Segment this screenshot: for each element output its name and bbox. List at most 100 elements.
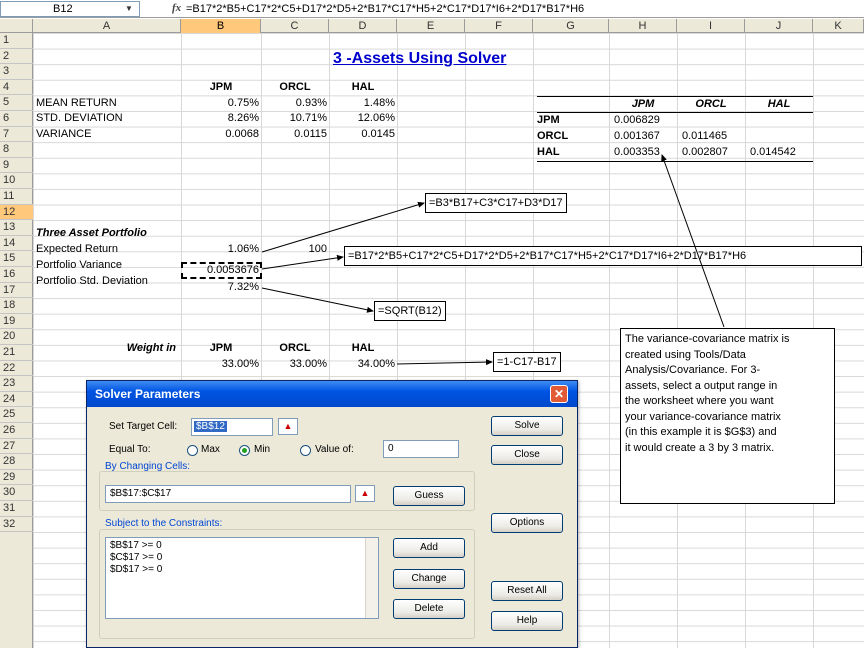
function-icon[interactable]: fx bbox=[172, 2, 184, 16]
target-cell-label: Set Target Cell: bbox=[109, 421, 178, 432]
matrix-i6: 0.002807 bbox=[682, 146, 728, 158]
constraint-item[interactable]: $C$17 >= 0 bbox=[110, 552, 378, 564]
column-header-j[interactable]: J bbox=[745, 19, 813, 33]
matrix-h4: 0.006829 bbox=[614, 114, 660, 126]
row-header-25[interactable]: 25 bbox=[0, 407, 33, 423]
row-header-17[interactable]: 17 bbox=[0, 283, 33, 299]
row-header-7[interactable]: 7 bbox=[0, 127, 33, 143]
row-header-20[interactable]: 20 bbox=[0, 329, 33, 345]
close-icon[interactable]: ✕ bbox=[550, 385, 568, 403]
header-jpm: JPM bbox=[209, 81, 233, 93]
solve-button[interactable]: Solve bbox=[491, 416, 563, 436]
selected-cell-b12[interactable] bbox=[181, 262, 262, 279]
column-header-e[interactable]: E bbox=[397, 19, 465, 33]
covariance-note: The variance-covariance matrix is create… bbox=[620, 328, 835, 504]
solver-dialog: Solver Parameters ✕ Set Target Cell: $B$… bbox=[86, 380, 578, 648]
sheet-title: 3 -Assets Using Solver bbox=[333, 50, 507, 67]
formula-input[interactable]: =B17*2*B5+C17*2*C5+D17*2*D5+2*B17*C17*H5… bbox=[186, 2, 584, 16]
column-header-b[interactable]: B bbox=[181, 19, 261, 33]
std-orcl: 10.71% bbox=[289, 112, 327, 124]
row-header-21[interactable]: 21 bbox=[0, 345, 33, 361]
note-line: Analysis/Covariance. For 3- bbox=[625, 364, 761, 376]
changing-cells-input[interactable]: $B$17:$C$17 bbox=[105, 485, 351, 503]
row-header-10[interactable]: 10 bbox=[0, 173, 33, 189]
constraint-item[interactable]: $D$17 >= 0 bbox=[110, 564, 378, 576]
row-header-24[interactable]: 24 bbox=[0, 392, 33, 408]
value-of-input[interactable]: 0 bbox=[383, 440, 459, 458]
row-header-31[interactable]: 31 bbox=[0, 501, 33, 517]
add-button[interactable]: Add bbox=[393, 538, 465, 558]
header-orcl: ORCL bbox=[279, 81, 311, 93]
row-headers: 1 2 3 4 5 6 7 8 9 10 11 12 13 14 15 16 17 18 19 20 21 22 23 24 2… bbox=[0, 33, 33, 648]
row-header-28[interactable]: 28 bbox=[0, 454, 33, 470]
var-jpm: 0.0068 bbox=[225, 128, 259, 140]
row-header-15[interactable]: 15 bbox=[0, 251, 33, 267]
select-all-corner[interactable] bbox=[0, 19, 33, 33]
weight-header-orcl: ORCL bbox=[279, 342, 311, 354]
row-header-5[interactable]: 5 bbox=[0, 95, 33, 111]
constraints-scrollbar[interactable] bbox=[365, 538, 378, 618]
row-header-18[interactable]: 18 bbox=[0, 298, 33, 314]
matrix-row-orcl: ORCL bbox=[537, 130, 569, 142]
expected-return-formula-note: =B3*B17+C3*C17+D3*D17 bbox=[425, 193, 567, 213]
name-box-value: B12 bbox=[53, 3, 73, 15]
row-header-12[interactable]: 12 bbox=[0, 204, 33, 221]
delete-button[interactable]: Delete bbox=[393, 599, 465, 619]
guess-button[interactable]: Guess bbox=[393, 486, 465, 506]
row-header-6[interactable]: 6 bbox=[0, 111, 33, 127]
row-header-1[interactable]: 1 bbox=[0, 33, 33, 49]
std-deviation-label: STD. DEVIATION bbox=[36, 112, 123, 124]
row-header-16[interactable]: 16 bbox=[0, 267, 33, 283]
row-header-11[interactable]: 11 bbox=[0, 189, 33, 205]
change-button[interactable]: Change bbox=[393, 569, 465, 589]
column-header-f[interactable]: F bbox=[465, 19, 533, 33]
row-header-19[interactable]: 19 bbox=[0, 314, 33, 330]
reset-all-button[interactable]: Reset All bbox=[491, 581, 563, 601]
constraints-list[interactable]: $B$17 >= 0 $C$17 >= 0 $D$17 >= 0 bbox=[105, 537, 379, 619]
row-header-3[interactable]: 3 bbox=[0, 64, 33, 80]
column-header-a[interactable]: A bbox=[33, 19, 181, 33]
weight-jpm: 33.00% bbox=[221, 358, 259, 370]
target-cell-input[interactable]: $B$12 bbox=[191, 418, 273, 436]
row-header-4[interactable]: 4 bbox=[0, 80, 33, 96]
note-line: The variance-covariance matrix is bbox=[625, 333, 790, 345]
weight-in-label: Weight in bbox=[126, 342, 176, 354]
row-header-14[interactable]: 14 bbox=[0, 236, 33, 252]
row-header-32[interactable]: 32 bbox=[0, 517, 33, 533]
portfolio-std-value: 7.32% bbox=[227, 281, 259, 293]
column-header-k[interactable]: K bbox=[813, 19, 864, 33]
column-header-c[interactable]: C bbox=[261, 19, 329, 33]
row-header-13[interactable]: 13 bbox=[0, 220, 33, 236]
column-header-d[interactable]: D bbox=[329, 19, 397, 33]
name-box[interactable]: B12 bbox=[0, 1, 140, 17]
value-of-label: Value of: bbox=[315, 444, 354, 455]
help-button[interactable]: Help bbox=[491, 611, 563, 631]
column-header-i[interactable]: I bbox=[677, 19, 745, 33]
matrix-h6: 0.003353 bbox=[614, 146, 660, 158]
chevron-down-icon[interactable]: ▼ bbox=[122, 2, 136, 15]
value-of-radio[interactable] bbox=[300, 445, 311, 456]
options-button[interactable]: Options bbox=[491, 513, 563, 533]
row-header-27[interactable]: 27 bbox=[0, 439, 33, 455]
row-header-8[interactable]: 8 bbox=[0, 142, 33, 158]
column-header-h[interactable]: H bbox=[609, 19, 677, 33]
row-header-9[interactable]: 9 bbox=[0, 158, 33, 174]
row-header-22[interactable]: 22 bbox=[0, 361, 33, 377]
collapse-dialog-icon[interactable]: ▲ bbox=[278, 418, 298, 435]
row-header-26[interactable]: 26 bbox=[0, 423, 33, 439]
matrix-row-jpm: JPM bbox=[537, 114, 560, 126]
close-button[interactable]: Close bbox=[491, 445, 563, 465]
min-radio[interactable] bbox=[239, 445, 250, 456]
formula-bar: B12 ▼ fx =B17*2*B5+C17*2*C5+D17*2*D5+2*B… bbox=[0, 0, 864, 18]
row-header-2[interactable]: 2 bbox=[0, 49, 33, 65]
row-header-29[interactable]: 29 bbox=[0, 470, 33, 486]
column-header-g[interactable]: G bbox=[533, 19, 609, 33]
variance-formula-note: =B17*2*B5+C17*2*C5+D17*2*D5+2*B17*C17*H5… bbox=[344, 246, 862, 266]
constraint-item[interactable]: $B$17 >= 0 bbox=[110, 540, 378, 552]
row-header-30[interactable]: 30 bbox=[0, 485, 33, 501]
row-header-23[interactable]: 23 bbox=[0, 376, 33, 392]
max-radio[interactable] bbox=[187, 445, 198, 456]
header-hal: HAL bbox=[351, 81, 375, 93]
collapse-changing-icon[interactable]: ▲ bbox=[355, 485, 375, 502]
note-line: assets, select a output range in bbox=[625, 379, 778, 392]
